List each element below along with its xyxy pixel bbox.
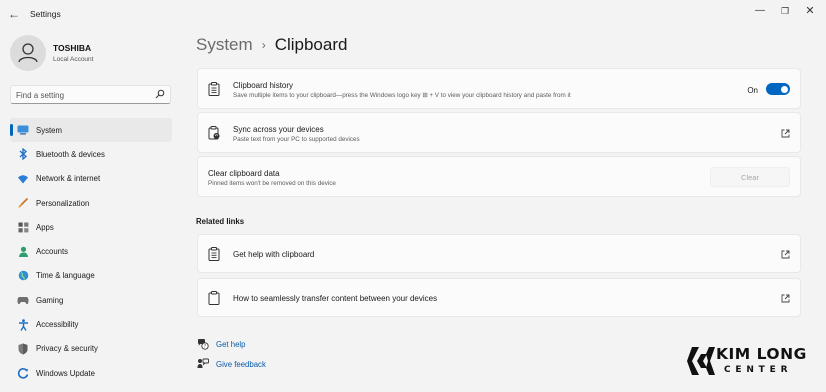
- sidebar-item-label: System: [36, 125, 62, 135]
- clipboard-history-title: Clipboard history: [233, 81, 294, 90]
- accounts-icon: [17, 246, 29, 258]
- sidebar-item-label: Gaming: [36, 295, 64, 305]
- clipboard-blank-icon: [208, 291, 220, 305]
- search-input[interactable]: [16, 89, 151, 101]
- related-link-label: Get help with clipboard: [233, 250, 315, 259]
- sidebar-item-system[interactable]: System: [10, 118, 172, 143]
- breadcrumb-parent[interactable]: System: [196, 35, 253, 55]
- search-box[interactable]: [10, 85, 171, 104]
- active-indicator: [10, 124, 13, 136]
- gaming-icon: [17, 294, 29, 306]
- kim-long-center-logo: KIM LONG CENTER: [686, 343, 814, 379]
- toggle-knob: [780, 85, 788, 93]
- related-link-label: How to seamlessly transfer content betwe…: [233, 294, 438, 303]
- brush-icon: [17, 197, 29, 209]
- open-external-icon: [781, 294, 790, 303]
- clipboard-icon: [208, 247, 220, 261]
- logo-text-line1: KIM LONG: [716, 345, 807, 363]
- sidebar-item-label: Time & language: [36, 271, 95, 281]
- back-button[interactable]: ←: [6, 7, 22, 21]
- sync-devices-title: Sync across your devices: [233, 125, 324, 134]
- app-title: Settings: [30, 9, 61, 19]
- clear-clipboard-card: Clear clipboard data Pinned items won't …: [197, 156, 801, 197]
- related-link-help-clipboard[interactable]: Get help with clipboard: [197, 234, 801, 273]
- shield-icon: [17, 343, 29, 355]
- sidebar-item-network[interactable]: Network & internet: [10, 167, 172, 191]
- sidebar-item-accounts[interactable]: Accounts: [10, 239, 172, 263]
- logo-mark-icon: [687, 347, 715, 375]
- sidebar-item-label: Apps: [36, 222, 54, 232]
- title-bar: ← Settings — ❐ ✕: [0, 0, 826, 28]
- account-type: Local Account: [53, 56, 94, 63]
- chevron-right-icon: ›: [261, 38, 266, 52]
- clipboard-history-toggle[interactable]: [766, 83, 790, 95]
- sidebar-nav: System Bluetooth & devices Network & int…: [10, 118, 172, 385]
- logo-text-line2: CENTER: [724, 365, 793, 375]
- sidebar-item-accessibility[interactable]: Accessibility: [10, 312, 172, 336]
- maximize-button[interactable]: ❐: [777, 4, 793, 18]
- globe-icon: [17, 270, 29, 282]
- sidebar-item-label: Accounts: [36, 247, 69, 257]
- toggle-state-label: On: [747, 86, 758, 95]
- apps-icon: [17, 221, 29, 233]
- related-links-heading: Related links: [196, 217, 245, 226]
- sidebar-item-label: Accessibility: [36, 320, 79, 330]
- get-help-link[interactable]: Get help: [216, 340, 245, 349]
- sidebar-item-label: Network & internet: [36, 174, 101, 184]
- search-icon[interactable]: [155, 89, 165, 99]
- clear-button[interactable]: Clear: [710, 167, 790, 187]
- sidebar-item-gaming[interactable]: Gaming: [10, 288, 172, 312]
- sidebar-item-label: Privacy & security: [36, 344, 98, 354]
- accessibility-icon: [17, 318, 29, 331]
- system-icon: [17, 124, 29, 136]
- open-external-icon: [781, 129, 790, 138]
- open-external-icon: [781, 250, 790, 259]
- minimize-button[interactable]: —: [752, 4, 768, 18]
- sidebar-item-label: Bluetooth & devices: [36, 149, 105, 159]
- sidebar-item-personalization[interactable]: Personalization: [10, 191, 172, 215]
- clipboard-history-card[interactable]: Clipboard history Save multiple items to…: [197, 68, 801, 109]
- feedback-icon: [197, 358, 209, 368]
- sidebar-item-label: Windows Update: [36, 368, 95, 378]
- user-icon: [18, 43, 38, 63]
- update-icon: [17, 367, 29, 379]
- sync-devices-description: Paste text from your PC to supported dev…: [233, 136, 360, 143]
- related-link-transfer-content[interactable]: How to seamlessly transfer content betwe…: [197, 278, 801, 317]
- give-feedback-row[interactable]: Give feedback: [197, 358, 266, 370]
- close-button[interactable]: ✕: [802, 4, 818, 18]
- sidebar-item-bluetooth[interactable]: Bluetooth & devices: [10, 142, 172, 166]
- sidebar-item-privacy-security[interactable]: Privacy & security: [10, 337, 172, 361]
- sync-devices-card[interactable]: Sync across your devices Paste text from…: [197, 112, 801, 153]
- give-feedback-link[interactable]: Give feedback: [216, 360, 266, 369]
- sidebar-item-apps[interactable]: Apps: [10, 215, 172, 239]
- avatar[interactable]: [10, 35, 46, 71]
- clear-clipboard-title: Clear clipboard data: [208, 169, 280, 178]
- sidebar-item-label: Personalization: [36, 198, 90, 208]
- page-title: Clipboard: [274, 35, 348, 54]
- bluetooth-icon: [17, 148, 29, 161]
- clipboard-icon: [208, 82, 220, 96]
- breadcrumb: System › Clipboard: [196, 35, 347, 55]
- sidebar-item-time-language[interactable]: Time & language: [10, 264, 172, 288]
- clipboard-history-description: Save multiple items to your clipboard—pr…: [233, 92, 571, 99]
- account-name: TOSHIBA: [53, 43, 92, 53]
- clipboard-sync-icon: [208, 126, 220, 140]
- network-icon: [17, 173, 29, 185]
- help-chat-icon: ?: [198, 339, 209, 350]
- get-help-row[interactable]: ? Get help: [197, 338, 245, 350]
- clear-clipboard-description: Pinned items won't be removed on this de…: [208, 180, 336, 187]
- sidebar-item-windows-update[interactable]: Windows Update: [10, 361, 172, 385]
